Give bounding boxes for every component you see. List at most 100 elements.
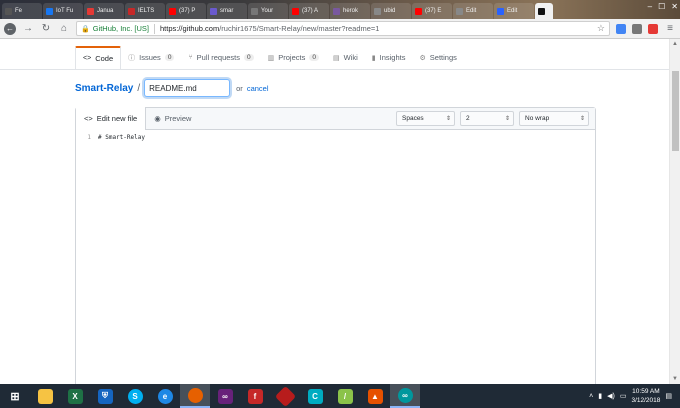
tab-wiki[interactable]: ▤ Wiki: [326, 46, 365, 69]
app-icon: /: [337, 388, 353, 404]
back-icon[interactable]: ←: [4, 22, 16, 35]
taskbar-firefox[interactable]: [180, 384, 210, 408]
tab-projects[interactable]: ▥ Projects 0: [261, 46, 326, 69]
address-bar[interactable]: 🔒 GitHub, Inc. [US] https://github.com/r…: [76, 21, 610, 36]
scroll-down-icon[interactable]: ▼: [672, 376, 678, 382]
repo-link[interactable]: Smart-Relay: [75, 83, 133, 94]
browser-tab[interactable]: Janua: [84, 3, 124, 19]
taskbar-matlab[interactable]: ▲: [360, 384, 390, 408]
taskbar-arduino[interactable]: ∞: [390, 384, 420, 408]
home-icon[interactable]: ⌂: [58, 23, 70, 35]
page-scrollbar[interactable]: ▲ ▼: [669, 39, 680, 384]
browser-tab-label: IoT Fu: [56, 8, 74, 14]
browser-tab[interactable]: smar: [207, 3, 247, 19]
browser-tab[interactable]: (37) A: [289, 3, 329, 19]
indent-mode-select[interactable]: Spaces ⇕: [396, 111, 455, 126]
browser-tab[interactable]: ubid: [371, 3, 411, 19]
browser-tab[interactable]: IELTS: [125, 3, 165, 19]
indent-size-select[interactable]: 2 ⇕: [460, 111, 514, 126]
tab-insights[interactable]: ▮ Insights: [365, 46, 413, 69]
tab-preview[interactable]: ◉ Preview: [146, 107, 199, 129]
network-icon[interactable]: ▮: [598, 392, 602, 400]
tab-settings[interactable]: ⚙ Settings: [412, 46, 463, 69]
internet-explorer-icon: e: [157, 388, 173, 404]
file-editor: <> Edit new file ◉ Preview Spaces ⇕ 2 ⇕ …: [75, 107, 596, 384]
filename-input[interactable]: [144, 79, 231, 97]
browser-tab[interactable]: herok: [330, 3, 370, 19]
taskbar-foxit[interactable]: f: [240, 384, 270, 408]
extension-icon[interactable]: [616, 23, 626, 34]
menu-icon[interactable]: ≡: [664, 23, 676, 35]
browser-tab[interactable]: Edit: [494, 3, 534, 19]
tab-favicon-icon: [415, 7, 422, 15]
browser-tab[interactable]: Your: [248, 3, 288, 19]
taskbar-app[interactable]: C: [300, 384, 330, 408]
taskbar-ie[interactable]: e: [150, 384, 180, 408]
browser-tab[interactable]: IoT Fu: [43, 3, 83, 19]
tab-favicon-icon: [169, 7, 176, 15]
tab-code[interactable]: <> Code: [75, 46, 122, 69]
tab-pull-requests[interactable]: ⑂ Pull requests 0: [181, 46, 260, 69]
browser-tab[interactable]: Edit: [453, 3, 493, 19]
chevron-up-icon[interactable]: ˄: [589, 393, 593, 400]
gear-icon: ⚙: [419, 54, 426, 62]
browser-tab-label: (37) P: [179, 8, 196, 14]
graph-icon: ▮: [371, 54, 376, 62]
browser-tab[interactable]: (37) P: [166, 3, 206, 19]
minimize-icon[interactable]: –: [648, 2, 652, 11]
scrollbar-thumb[interactable]: [672, 71, 679, 151]
taskbar-skype[interactable]: S: [120, 384, 150, 408]
tab-issues[interactable]: ⓘ Issues 0: [121, 46, 181, 69]
clock-date: 3/12/2018: [631, 397, 661, 404]
forward-icon[interactable]: →: [22, 23, 34, 35]
browser-tab[interactable]: Fe: [2, 3, 42, 19]
browser-tab-label: (37) E: [425, 8, 442, 14]
maximize-icon[interactable]: ☐: [658, 2, 665, 11]
taskbar-app[interactable]: /: [330, 384, 360, 408]
pulls-counter: 0: [244, 54, 254, 61]
code-line[interactable]: 1 # Smart-Relay: [76, 130, 595, 141]
tab-pulls-label: Pull requests: [196, 53, 240, 62]
taskbar-excel[interactable]: X: [60, 384, 90, 408]
editor-header: <> Edit new file ◉ Preview Spaces ⇕ 2 ⇕ …: [76, 107, 595, 130]
updown-icon: ⇕: [504, 116, 510, 122]
app-icon: C: [307, 388, 323, 404]
bookmark-star-icon[interactable]: ☆: [597, 23, 605, 34]
url-path: /ruchir1675/Smart-Relay/new/master?readm…: [219, 24, 380, 33]
breadcrumb-separator: /: [137, 82, 141, 94]
volume-icon[interactable]: ◀): [607, 392, 615, 400]
reload-icon[interactable]: ↻: [40, 23, 52, 35]
browser-tab-label: herok: [343, 8, 359, 14]
code-icon: <>: [83, 55, 92, 62]
clock[interactable]: 10:59 AM 3/12/2018: [631, 387, 660, 405]
system-tray: ˄ ▮ ◀) ▭ 10:59 AM 3/12/2018 ▤: [589, 387, 680, 405]
tab-favicon-icon: [128, 7, 135, 15]
scroll-up-icon[interactable]: ▲: [672, 41, 678, 47]
browser-tab-label: Edit: [507, 8, 518, 14]
battery-icon[interactable]: ▭: [620, 392, 627, 400]
matlab-icon: ▲: [367, 388, 383, 404]
tab-issues-label: Issues: [139, 53, 161, 62]
start-button[interactable]: ⊞: [0, 384, 30, 408]
taskbar-defender[interactable]: ⛨: [90, 384, 120, 408]
updown-icon: ⇕: [445, 116, 451, 122]
close-icon[interactable]: ✕: [671, 2, 678, 11]
browser-tab[interactable]: [535, 3, 553, 19]
browser-tab-label: IELTS: [138, 8, 155, 14]
issues-counter: 0: [164, 54, 175, 61]
tab-edit-new-file[interactable]: <> Edit new file: [76, 107, 147, 130]
extension-icon[interactable]: [632, 23, 642, 34]
taskbar-file-explorer[interactable]: [30, 384, 60, 408]
extension-icon[interactable]: [648, 23, 658, 34]
tab-favicon-icon: [210, 7, 217, 15]
lock-icon: 🔒: [81, 25, 90, 33]
taskbar-visual-studio[interactable]: ∞: [210, 384, 240, 408]
taskbar-app[interactable]: [270, 384, 300, 408]
browser-tab-label: Fe: [15, 8, 23, 14]
notifications-icon[interactable]: ▤: [665, 392, 672, 400]
browser-tab[interactable]: (37) E: [412, 3, 452, 19]
tab-favicon-icon: [374, 7, 381, 15]
firefox-icon: [187, 387, 203, 403]
wrap-mode-select[interactable]: No wrap ⇕: [519, 111, 589, 126]
cancel-link[interactable]: cancel: [247, 84, 269, 93]
